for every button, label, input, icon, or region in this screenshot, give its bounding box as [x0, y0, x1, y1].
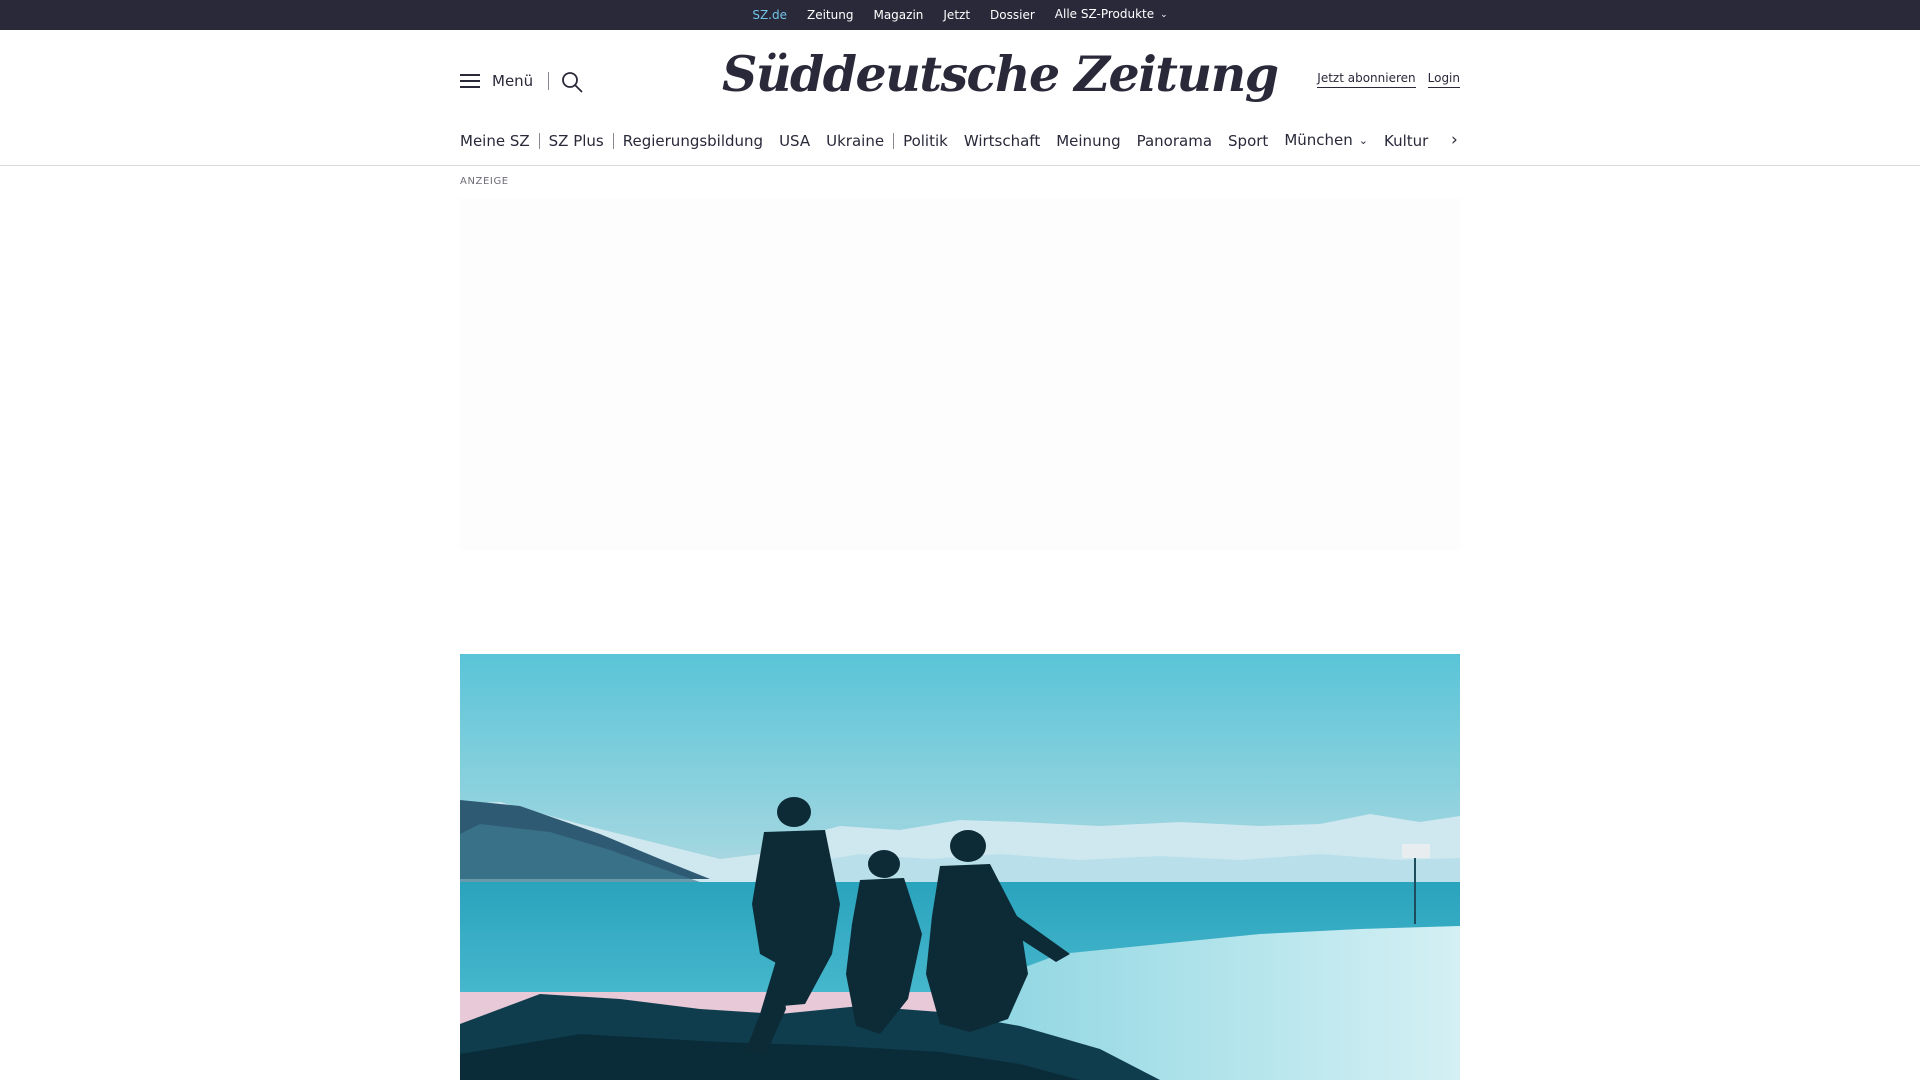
nav-item-kultur[interactable]: Kultur: [1384, 130, 1428, 152]
chevron-right-icon[interactable]: ›: [1451, 129, 1458, 151]
nav-item-regierungsbildung[interactable]: Regierungsbildung: [623, 130, 763, 152]
nav-item-usa[interactable]: USA: [779, 130, 810, 152]
nav-item-wirtschaft[interactable]: Wirtschaft: [964, 130, 1040, 152]
search-icon[interactable]: [561, 71, 583, 93]
product-link-dossier[interactable]: Dossier: [980, 0, 1045, 30]
nav-item-meinung[interactable]: Meinung: [1056, 130, 1120, 152]
chevron-down-icon: ⌄: [1160, 10, 1168, 20]
menu-label: Menü: [492, 72, 534, 90]
menu-button[interactable]: Menü: [460, 72, 533, 90]
hero-image[interactable]: [460, 654, 1460, 1080]
product-link-zeitung[interactable]: Zeitung: [797, 0, 863, 30]
product-link-alle-produkte[interactable]: Alle SZ-Produkte ⌄: [1045, 0, 1178, 31]
nav-divider: [538, 133, 540, 149]
site-logo[interactable]: Süddeutsche Zeitung: [722, 42, 1279, 106]
account-links: Jetzt abonnieren Login: [1317, 71, 1460, 88]
chevron-down-icon[interactable]: ⌄: [1359, 130, 1368, 152]
product-link-alle-produkte-label: Alle SZ-Produkte: [1054, 7, 1155, 21]
nav-item-muenchen-label: München: [1284, 131, 1353, 149]
ad-slot: [460, 198, 1460, 550]
menu-divider: [548, 72, 549, 90]
product-link-jetzt[interactable]: Jetzt: [933, 0, 980, 30]
subscribe-link[interactable]: Jetzt abonnieren: [1317, 71, 1416, 88]
nav-item-ukraine[interactable]: Ukraine: [826, 130, 884, 152]
nav-item-panorama[interactable]: Panorama: [1137, 130, 1212, 152]
hamburger-icon: [460, 74, 480, 88]
product-bar: SZ.de Zeitung Magazin Jetzt Dossier Alle…: [0, 0, 1920, 35]
ad-label: ANZEIGE: [460, 176, 509, 187]
section-nav: Meine SZ SZ Plus Regierungsbildung USA U…: [460, 129, 1460, 153]
hero-photo-soldiers: [460, 654, 1460, 1080]
product-link-magazin[interactable]: Magazin: [863, 0, 933, 30]
site-header: Menü Süddeutsche Zeitung Jetzt abonniere…: [0, 30, 1920, 166]
nav-item-meine-sz[interactable]: Meine SZ: [460, 130, 530, 152]
product-link-sz-de[interactable]: SZ.de: [742, 0, 797, 35]
product-bar-links: SZ.de Zeitung Magazin Jetzt Dossier Alle…: [0, 0, 1920, 35]
nav-divider: [612, 133, 614, 149]
nav-divider: [893, 133, 895, 149]
nav-item-sport[interactable]: Sport: [1228, 130, 1268, 152]
nav-item-sz-plus[interactable]: SZ Plus: [549, 130, 604, 152]
nav-item-politik[interactable]: Politik: [903, 130, 948, 152]
login-link[interactable]: Login: [1427, 71, 1460, 88]
nav-item-muenchen[interactable]: München ⌄: [1284, 129, 1368, 153]
